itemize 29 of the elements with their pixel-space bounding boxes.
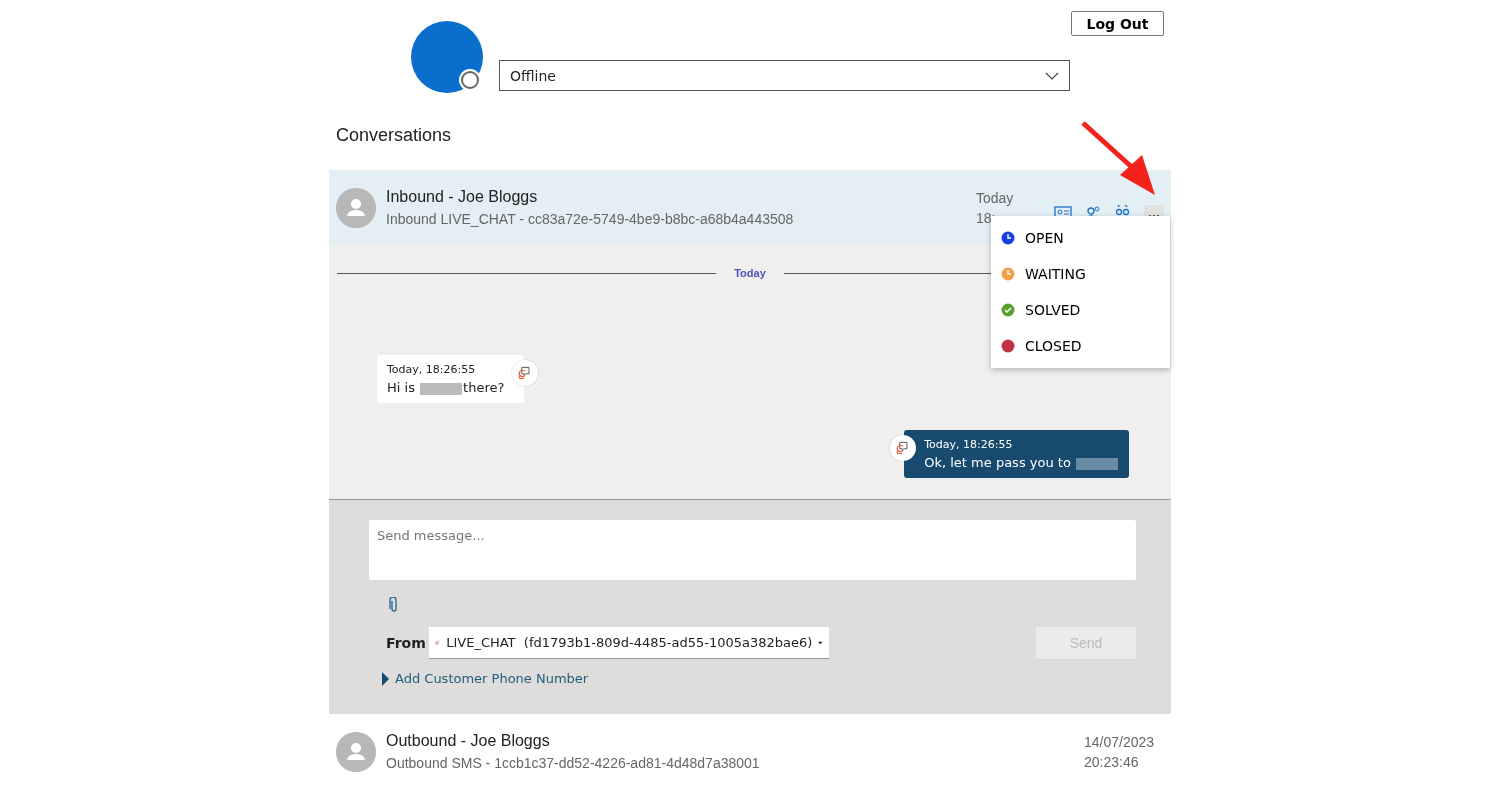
avatar-icon [336,731,376,772]
conversation-subtitle: Inbound LIVE_CHAT - cc83a72e-5749-4be9-b8bc-a68b4a443508 [386,211,795,227]
message-input[interactable]: Send message... [369,520,1136,580]
conversation-row[interactable]: Outbound - Joe Bloggs Outbound SMS - 1ccb1c37-dd52-4226-ad81-4d48d7a38001 14/07/2023 20:23:46 [329,714,1171,789]
conversation-time: 20:23:46 [1084,752,1140,772]
conversation-title: Inbound - Joe Bloggs [386,188,539,206]
add-phone-link[interactable]: Add Customer Phone Number [382,671,589,686]
message-timestamp: Today, 18:26:55 [924,438,1014,451]
status-menu-item[interactable]: WAITING [991,256,1170,292]
triangle-icon [382,671,389,686]
chevron-icon [1045,71,1059,80]
presence-dropdown[interactable]: Offline [499,60,1070,91]
status-menu-item[interactable]: SOLVED [991,292,1170,328]
conversation-title: Outbound - Joe Bloggs [386,732,551,750]
message-text: Ok, let me pass you to [924,455,1119,470]
conversation-date: 14/07/2023 [1084,732,1156,752]
avatar-icon [336,187,376,228]
from-label: From [386,635,427,651]
conversation-subtitle: Outbound SMS - 1ccb1c37-dd52-4226-ad81-4d48d7a38001 [386,755,761,771]
conversation-date: Today [976,188,1015,208]
message-text: Hi is there? [387,380,505,395]
status-menu-item[interactable]: CLOSED [991,328,1170,364]
paperclip-icon[interactable] [389,597,399,613]
presence-indicator [461,71,479,89]
ellipsis-icon [1148,213,1160,218]
channel-dropdown[interactable]: LIVE_CHAT (fd1793b1-809d-4485-ad55-1005a382bae6) [429,627,829,659]
day-divider-label: Today [734,267,766,279]
section-title: Conversations [336,125,453,147]
logout-button[interactable]: Log Out [1071,11,1164,36]
